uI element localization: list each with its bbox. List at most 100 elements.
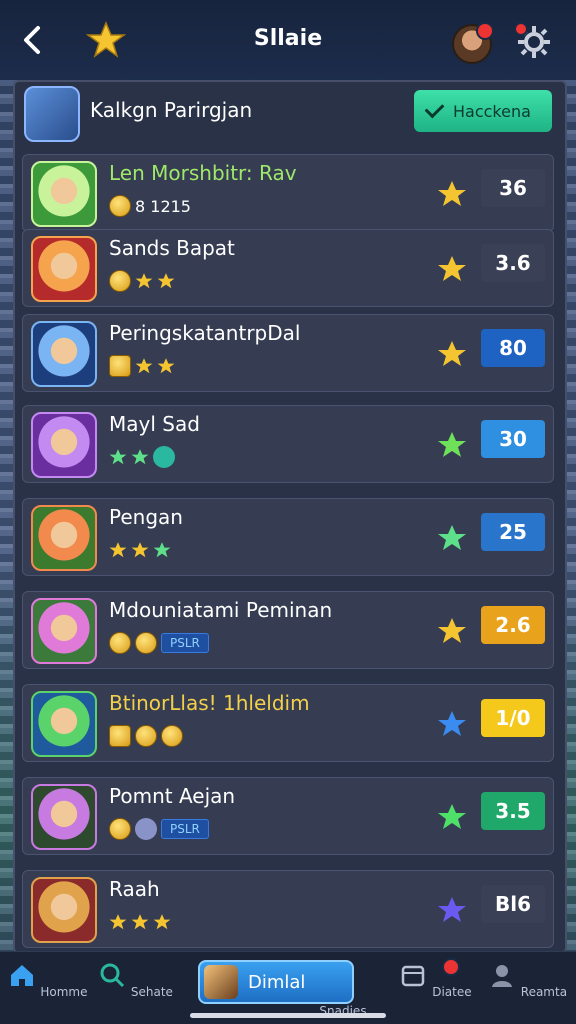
coin-icon (135, 632, 157, 654)
coin-icon (135, 725, 157, 747)
header-avatar (24, 86, 80, 142)
player-score: 80 (481, 329, 545, 367)
player-name: Len Morshbitr: Rav (109, 161, 297, 185)
player-score: 25 (481, 513, 545, 551)
rank-star-icon (438, 897, 466, 922)
player-score: 3.5 (481, 792, 545, 830)
nav-events-label: Diatee (432, 985, 472, 999)
rank-star-icon (438, 181, 466, 206)
player-avatar (31, 412, 97, 478)
player-row[interactable]: Pomnt Aejan PSLR 3.5 (22, 777, 554, 855)
player-badges: PSLR (109, 816, 209, 842)
player-badges (109, 537, 171, 563)
player-name: Pengan (109, 505, 183, 529)
rating-star-icon (109, 913, 127, 931)
player-row[interactable]: Mayl Sad 30 (22, 405, 554, 483)
rank-star-icon (438, 618, 466, 643)
player-score: 1/0 (481, 699, 545, 737)
header-label: Kalkgn Parirgjan (90, 98, 253, 122)
top-bar: Sllaie (0, 0, 576, 80)
player-name: BtinorLlas! 1hleldim (109, 691, 310, 715)
nav-search-label: Sehate (130, 985, 173, 999)
coin-icon (109, 818, 131, 840)
nav-home[interactable]: Homme (2, 960, 92, 999)
home-indicator (190, 1013, 386, 1018)
player-avatar (31, 598, 97, 664)
rating-star-icon (131, 913, 149, 931)
rating-star-icon (109, 448, 127, 466)
nav-center-button[interactable]: Dimlal (198, 960, 354, 1004)
player-name: Pomnt Aejan (109, 784, 236, 808)
badge-dot-icon (153, 446, 175, 468)
player-tag: PSLR (161, 819, 209, 839)
player-badges: 8 1215 (109, 193, 191, 219)
coin-icon (109, 195, 131, 217)
player-score: 30 (481, 420, 545, 458)
center-avatar (204, 965, 238, 999)
player-badges (109, 444, 175, 470)
nav-profile[interactable]: Reamta (482, 960, 572, 999)
player-row[interactable]: Len Morshbitr: Rav 8 1215 36 (22, 154, 554, 232)
leaderboard-header: Kalkgn Parirgjan Hacckena (24, 84, 558, 142)
player-name: Mayl Sad (109, 412, 200, 436)
player-name: Raah (109, 877, 160, 901)
badge-dot-icon (135, 818, 157, 840)
settings-badge (514, 22, 528, 36)
player-score: 36 (481, 169, 545, 207)
bottom-nav: Homme Sehate Dimlal Snadies Diatee Reamt… (0, 951, 576, 1024)
coin-icon (161, 725, 183, 747)
rating-star-icon (135, 272, 153, 290)
nav-events[interactable]: Diatee (390, 960, 480, 999)
profile-icon (491, 965, 512, 987)
player-row[interactable]: BtinorLlas! 1hleldim 1/0 (22, 684, 554, 762)
rating-star-icon (157, 272, 175, 290)
events-badge (442, 958, 460, 976)
rating-star-icon (157, 357, 175, 375)
rating-star-icon (131, 541, 149, 559)
filter-button-label: Hacckena (453, 101, 531, 121)
filter-button[interactable]: Hacckena (414, 90, 552, 132)
player-points: 8 1215 (135, 196, 191, 216)
player-avatar (31, 505, 97, 571)
player-avatar (31, 236, 97, 302)
player-avatar (31, 161, 97, 227)
player-avatar (31, 784, 97, 850)
player-avatar (31, 877, 97, 943)
player-avatar (31, 321, 97, 387)
rank-star-icon (438, 256, 466, 281)
player-badges: PSLR (109, 630, 209, 656)
nav-search[interactable]: Sehate (90, 960, 180, 999)
player-avatar (31, 691, 97, 757)
player-row[interactable]: PeringskatantrpDal 80 (22, 314, 554, 392)
player-row[interactable]: Mdouniatami Peminan PSLR 2.6 (22, 591, 554, 669)
coin-icon (109, 632, 131, 654)
rating-star-icon (153, 913, 171, 931)
crown-icon (109, 725, 131, 747)
player-score: 2.6 (481, 606, 545, 644)
rank-star-icon (438, 432, 466, 457)
rating-star-icon (109, 541, 127, 559)
rank-star-icon (438, 804, 466, 829)
rating-star-icon (153, 541, 171, 559)
rank-star-icon (438, 525, 466, 550)
crown-icon (109, 355, 131, 377)
rating-star-icon (131, 448, 149, 466)
home-icon (10, 965, 33, 986)
notification-badge (476, 22, 494, 40)
player-name: PeringskatantrpDal (109, 321, 301, 345)
rank-star-icon (438, 711, 466, 736)
nav-center-label: Dimlal (248, 971, 306, 993)
player-badges (109, 909, 171, 935)
coin-icon (109, 270, 131, 292)
player-row[interactable]: Sands Bapat 3.6 (22, 229, 554, 307)
player-row[interactable]: Pengan 25 (22, 498, 554, 576)
rank-star-icon (438, 341, 466, 366)
player-badges (109, 268, 175, 294)
player-row[interactable]: Raah Bl6 (22, 870, 554, 948)
calendar-icon (402, 965, 425, 987)
player-name: Mdouniatami Peminan (109, 598, 333, 622)
player-tag: PSLR (161, 633, 209, 653)
player-badges (109, 723, 183, 749)
player-score: Bl6 (481, 885, 545, 923)
player-name: Sands Bapat (109, 236, 235, 260)
